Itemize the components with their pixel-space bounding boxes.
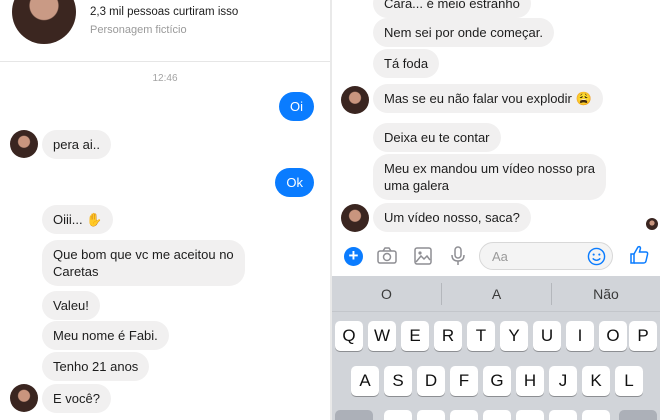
suggestion-item[interactable]: O bbox=[332, 276, 441, 312]
key-row3[interactable] bbox=[417, 410, 445, 420]
message-line: Que bom que vc me aceitou no bbox=[53, 247, 234, 262]
message-bubble-incoming[interactable]: Mas se eu não falar vou explodir 😩 bbox=[373, 84, 603, 113]
key-row3[interactable] bbox=[516, 410, 544, 420]
key-d[interactable]: D bbox=[417, 366, 445, 396]
camera-icon[interactable] bbox=[376, 246, 398, 266]
shift-key[interactable] bbox=[335, 410, 373, 420]
profile-header: 2,3 mil pessoas curtiram isso Personagem… bbox=[0, 0, 330, 62]
message-bubble-incoming[interactable]: Tenho 21 anos bbox=[42, 352, 150, 381]
profile-avatar[interactable] bbox=[12, 0, 76, 44]
message-bubble-incoming[interactable]: Meu ex mandou um vídeo nosso pra uma gal… bbox=[373, 154, 607, 200]
profile-type: Personagem fictício bbox=[90, 24, 187, 36]
keyboard: O A Não Q W E R T Y U I O P A S D F G H … bbox=[332, 276, 660, 420]
suggestion-item[interactable]: A bbox=[442, 276, 551, 312]
key-row3[interactable] bbox=[582, 410, 610, 420]
left-chat-panel: 2,3 mil pessoas curtiram isso Personagem… bbox=[0, 0, 330, 420]
key-row3[interactable] bbox=[450, 410, 478, 420]
key-h[interactable]: H bbox=[516, 366, 544, 396]
key-j[interactable]: J bbox=[549, 366, 577, 396]
key-k[interactable]: K bbox=[582, 366, 610, 396]
message-input[interactable]: Aa bbox=[479, 242, 613, 270]
right-chat-panel: Cara... é meio estranho Nem sei por onde… bbox=[332, 0, 660, 420]
key-g[interactable]: G bbox=[483, 366, 511, 396]
key-f[interactable]: F bbox=[450, 366, 478, 396]
key-row3[interactable] bbox=[483, 410, 511, 420]
message-bubble-incoming[interactable]: pera ai.. bbox=[42, 130, 111, 159]
backspace-key[interactable] bbox=[619, 410, 657, 420]
key-w[interactable]: W bbox=[368, 321, 396, 351]
microphone-icon[interactable] bbox=[447, 246, 469, 266]
message-bubble-outgoing[interactable]: Oi bbox=[279, 92, 314, 121]
message-timestamp: 12:46 bbox=[152, 73, 178, 84]
message-line: Caretas bbox=[53, 264, 99, 279]
key-t[interactable]: T bbox=[467, 321, 495, 351]
key-q[interactable]: Q bbox=[335, 321, 363, 351]
message-input-placeholder: Aa bbox=[492, 249, 508, 264]
contact-avatar[interactable] bbox=[341, 86, 369, 114]
emoji-icon[interactable] bbox=[587, 247, 606, 266]
key-e[interactable]: E bbox=[401, 321, 429, 351]
read-receipt-avatar bbox=[646, 218, 658, 230]
message-bubble-incoming[interactable]: Tá foda bbox=[373, 49, 440, 78]
key-i[interactable]: I bbox=[566, 321, 594, 351]
plus-icon[interactable]: + bbox=[344, 247, 363, 266]
key-y[interactable]: Y bbox=[500, 321, 528, 351]
message-line: uma galera bbox=[384, 178, 450, 193]
message-bubble-incoming[interactable]: Que bom que vc me aceitou no Caretas bbox=[42, 240, 245, 286]
message-bubble-incoming[interactable]: Nem sei por onde começar. bbox=[373, 18, 554, 47]
contact-avatar[interactable] bbox=[10, 130, 38, 158]
suggestion-item[interactable]: Não bbox=[552, 276, 660, 312]
message-bubble-incoming[interactable]: E você? bbox=[42, 384, 111, 413]
key-o[interactable]: O bbox=[599, 321, 627, 351]
contact-avatar[interactable] bbox=[341, 204, 369, 232]
message-bubble-outgoing[interactable]: Ok bbox=[275, 168, 314, 197]
profile-likes: 2,3 mil pessoas curtiram isso bbox=[90, 6, 239, 18]
key-row3[interactable] bbox=[384, 410, 412, 420]
key-s[interactable]: S bbox=[384, 366, 412, 396]
key-l[interactable]: L bbox=[615, 366, 643, 396]
keyboard-suggestions: O A Não bbox=[332, 276, 660, 312]
message-bubble-incoming[interactable]: Valeu! bbox=[42, 291, 100, 320]
image-icon[interactable] bbox=[412, 246, 434, 266]
message-bubble-incoming[interactable]: Deixa eu te contar bbox=[373, 123, 501, 152]
key-p[interactable]: P bbox=[629, 321, 657, 351]
message-line: Meu ex mandou um vídeo nosso pra bbox=[384, 161, 596, 176]
message-bubble-incoming[interactable]: Um vídeo nosso, saca? bbox=[373, 203, 531, 232]
key-r[interactable]: R bbox=[434, 321, 462, 351]
message-bubble-incoming[interactable]: Oiii... ✋ bbox=[42, 205, 114, 234]
contact-avatar[interactable] bbox=[10, 384, 38, 412]
message-bubble-incoming[interactable]: Meu nome é Fabi. bbox=[42, 321, 169, 350]
message-composer: + Aa bbox=[332, 236, 660, 276]
thumbs-up-icon[interactable] bbox=[628, 244, 650, 266]
message-bubble-incoming[interactable]: Cara... é meio estranho bbox=[373, 0, 531, 18]
key-a[interactable]: A bbox=[351, 366, 379, 396]
key-u[interactable]: U bbox=[533, 321, 561, 351]
key-row3[interactable] bbox=[549, 410, 577, 420]
